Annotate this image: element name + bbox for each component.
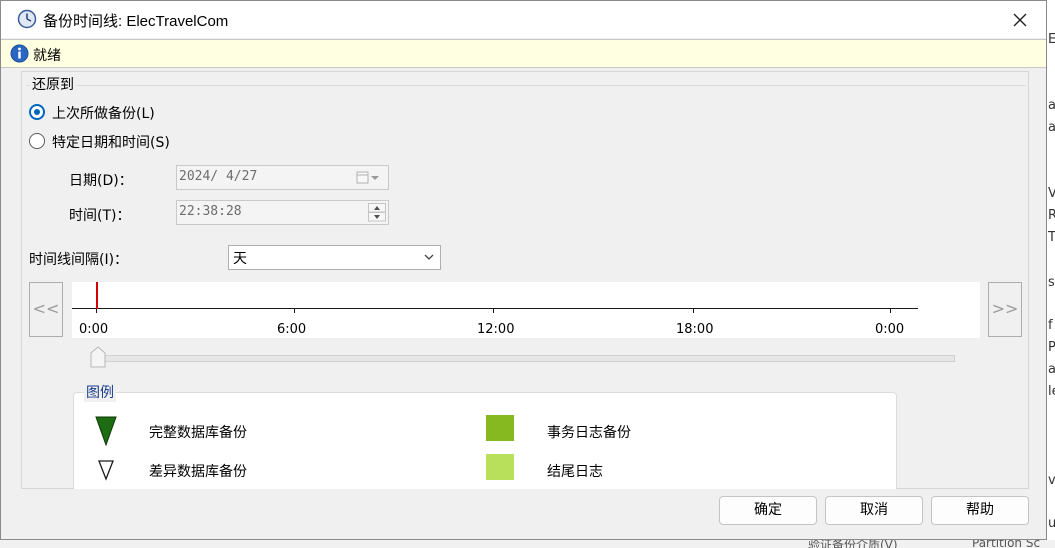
bg-text: at (1048, 98, 1055, 113)
legend-tail-log: 结尾日志 (547, 464, 603, 480)
bg-text: a (1048, 120, 1055, 135)
calendar-dropdown-icon[interactable] (356, 171, 382, 185)
timeline-tick-label: 18:00 (676, 322, 714, 337)
bg-text: s (1048, 275, 1055, 290)
log-backup-swatch (486, 415, 514, 441)
specific-datetime-radio[interactable] (29, 133, 45, 149)
chevron-down-icon (424, 254, 434, 260)
date-label: 日期(D)： (69, 173, 133, 189)
timeline-slider-track[interactable] (101, 355, 955, 362)
timeline-tick-label: 0:00 (875, 322, 905, 337)
tail-log-swatch (486, 454, 514, 480)
date-value: 2024/ 4/27 (179, 169, 258, 184)
title-bar: 备份时间线: ElecTravelCom (1, 1, 1046, 38)
bg-text: R (1048, 208, 1055, 223)
status-text: 就绪 (33, 48, 61, 64)
bg-text: f (1048, 318, 1053, 333)
bg-text: a (1048, 362, 1055, 377)
timeline-slider-thumb[interactable] (90, 346, 106, 368)
legend-full-backup: 完整数据库备份 (149, 425, 247, 441)
timeline-current-marker (96, 282, 98, 309)
window-title: 备份时间线: ElecTravelCom (43, 13, 229, 30)
bg-text: E (1048, 32, 1055, 47)
bg-text: v (1048, 473, 1055, 488)
time-value: 22:38:28 (179, 204, 242, 219)
interval-value: 天 (233, 251, 247, 267)
timeline-axis (72, 308, 918, 309)
timeline-tick-label: 6:00 (277, 322, 307, 337)
timeline-tick (294, 308, 295, 313)
date-picker[interactable]: 2024/ 4/27 (176, 165, 389, 190)
timeline-track[interactable]: 0:00 6:00 12:00 18:00 0:00 (72, 282, 980, 338)
bg-bottom-text: 验证备份介质(V) (808, 540, 898, 548)
clock-icon (17, 9, 37, 29)
timeline-tick-label: 12:00 (477, 322, 515, 337)
group-divider (26, 85, 1026, 86)
bg-bottom-right-text: Partition Sc (972, 540, 1041, 548)
help-button[interactable]: 帮助 (931, 496, 1029, 525)
timeline-next-button[interactable]: >> (988, 282, 1022, 337)
time-spinner[interactable]: 22:38:28 (176, 200, 389, 225)
timeline-tick (890, 308, 891, 313)
timeline-tick-label: 0:00 (79, 322, 109, 337)
interval-label: 时间线间隔(I)： (29, 252, 129, 268)
last-backup-radio[interactable] (29, 104, 45, 120)
interval-select[interactable]: 天 (228, 245, 441, 270)
diff-backup-icon (98, 460, 114, 481)
cancel-button[interactable]: 取消 (825, 496, 923, 525)
last-backup-label[interactable]: 上次所做备份(L) (52, 103, 155, 123)
ok-button[interactable]: 确定 (719, 496, 817, 525)
close-icon[interactable] (1007, 7, 1033, 33)
bg-text: u (1048, 516, 1055, 531)
bg-text: V (1048, 186, 1055, 201)
status-bar: 就绪 (1, 39, 1046, 68)
spin-buttons-icon[interactable] (368, 203, 386, 222)
timeline-prev-button[interactable]: << (29, 282, 63, 337)
bg-text: le (1048, 384, 1055, 399)
backup-timeline-dialog: 备份时间线: ElecTravelCom 就绪 还原到 上次所做备份(L) 特定… (0, 0, 1047, 540)
bg-text: P (1048, 340, 1055, 355)
legend-title: 图例 (84, 382, 116, 402)
background-app-edge: E at a V R T s f P a le v u (1048, 0, 1055, 548)
timeline-tick (493, 308, 494, 313)
time-label: 时间(T)： (69, 208, 131, 224)
background-app-bottom: 验证备份介质(V) Partition Sc (0, 540, 1055, 548)
legend-log-backup: 事务日志备份 (547, 425, 631, 441)
restore-group-title: 还原到 (30, 74, 76, 94)
specific-datetime-label[interactable]: 特定日期和时间(S) (52, 132, 170, 152)
legend-diff-backup: 差异数据库备份 (149, 464, 247, 480)
info-icon (10, 44, 29, 63)
full-backup-icon (95, 416, 117, 446)
timeline-tick (693, 308, 694, 313)
bg-text: T (1048, 230, 1055, 245)
